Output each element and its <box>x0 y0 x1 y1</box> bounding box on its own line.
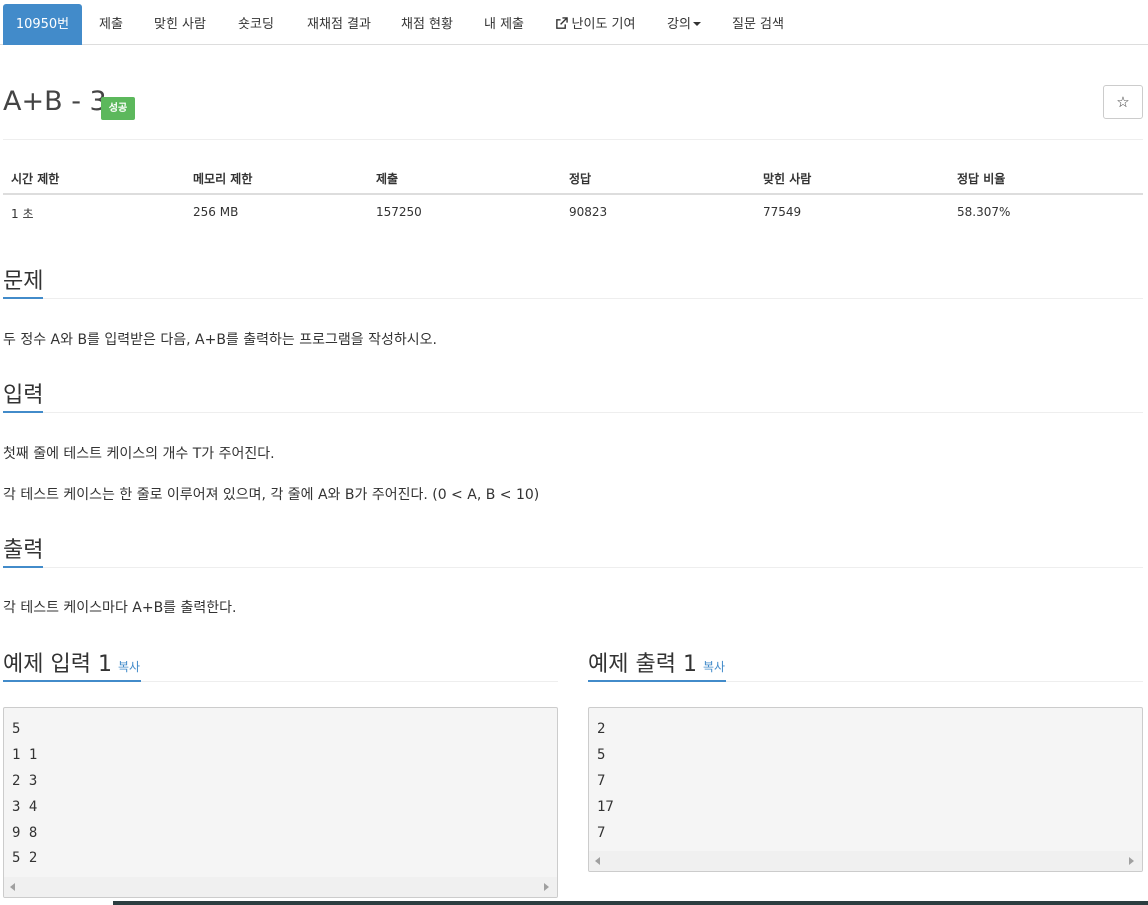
sample-input-line: 5 <box>12 721 21 737</box>
value-solved-users: 77549 <box>763 205 802 219</box>
tab-my-submissions[interactable]: 내 제출 <box>468 4 540 45</box>
copy-sample-output-button[interactable]: 복사 <box>703 660 725 674</box>
horizontal-scrollbar[interactable] <box>589 851 1142 871</box>
scroll-left-icon[interactable] <box>10 883 15 891</box>
section-title-output: 출력 <box>3 538 44 563</box>
problem-description: 두 정수 A와 B를 입력받은 다음, A+B를 출력하는 프로그램을 작성하시… <box>3 332 437 348</box>
tab-lectures-dropdown[interactable]: 강의 <box>650 4 718 45</box>
section-title-input: 입력 <box>3 383 44 408</box>
sample-output-title: 예제 출력 1 <box>588 652 697 677</box>
section-underline <box>588 680 726 682</box>
copy-sample-input-button[interactable]: 복사 <box>118 660 140 674</box>
sample-output-line: 5 <box>597 747 606 763</box>
section-underline <box>3 297 43 299</box>
tab-submit[interactable]: 제출 <box>82 4 140 45</box>
sample-input-line: 3 4 <box>12 799 38 815</box>
sample-input-heading: 예제 입력 1 복사 <box>3 646 140 678</box>
horizontal-scrollbar[interactable] <box>4 877 557 897</box>
value-accept-ratio: 58.307% <box>957 205 1011 219</box>
tab-question-search[interactable]: 질문 검색 <box>718 4 798 45</box>
sample-output-heading: 예제 출력 1 복사 <box>588 646 725 678</box>
value-memory-limit: 256 MB <box>193 205 239 219</box>
problem-info-values: 1 초 256 MB 157250 90823 77549 58.307% <box>3 160 1143 221</box>
sample-output-line: 2 <box>597 721 606 737</box>
tab-difficulty-label: 난이도 기여 <box>571 17 636 32</box>
section-underline <box>3 680 141 682</box>
tab-rejudge-results[interactable]: 재채점 결과 <box>292 4 386 45</box>
value-submissions: 157250 <box>376 205 422 219</box>
divider <box>43 298 1143 299</box>
sample-output-line: 7 <box>597 773 606 789</box>
tab-problem[interactable]: 10950번 <box>3 4 82 45</box>
output-description: 각 테스트 케이스마다 A+B를 출력한다. <box>3 600 237 616</box>
divider <box>3 139 1143 140</box>
sample-input-box[interactable]: 5 1 1 2 3 3 4 9 8 5 2 <box>3 707 558 898</box>
sample-output-box[interactable]: 2 5 7 17 7 <box>588 707 1143 872</box>
divider <box>43 412 1143 413</box>
divider <box>141 681 558 682</box>
value-accepted: 90823 <box>569 205 608 219</box>
section-underline <box>3 566 43 568</box>
window-bottom-edge <box>113 901 1148 905</box>
page-title: A+B - 3 <box>3 86 107 117</box>
value-time-limit: 1 초 <box>11 207 34 221</box>
tab-short-coding[interactable]: 숏코딩 <box>220 4 292 45</box>
star-icon: ☆ <box>1116 93 1130 111</box>
sample-output-line: 17 <box>597 799 614 815</box>
divider <box>726 681 1143 682</box>
sample-input-line: 2 3 <box>12 773 38 789</box>
input-description-2: 각 테스트 케이스는 한 줄로 이루어져 있으며, 각 줄에 A와 B가 주어진… <box>3 487 540 503</box>
caret-down-icon <box>692 22 701 26</box>
sample-input-line: 5 2 <box>12 850 38 866</box>
star-button[interactable]: ☆ <box>1103 85 1143 119</box>
input-description-1: 첫째 줄에 테스트 케이스의 개수 T가 주어진다. <box>3 446 275 462</box>
tab-lectures-label: 강의 <box>667 17 691 32</box>
scroll-right-icon[interactable] <box>544 883 549 891</box>
scroll-right-icon[interactable] <box>1129 857 1134 865</box>
tab-judge-status[interactable]: 채점 현황 <box>386 4 468 45</box>
tab-solved-users[interactable]: 맞힌 사람 <box>140 4 220 45</box>
problem-nav-tabs: 10950번 제출 맞힌 사람 숏코딩 재채점 결과 채점 현황 내 제출 난이… <box>0 4 1148 45</box>
sample-output-line: 7 <box>597 825 606 841</box>
tab-difficulty-contribution[interactable]: 난이도 기여 <box>540 4 650 45</box>
section-title-problem: 문제 <box>3 269 44 294</box>
status-badge: 성공 <box>101 97 135 120</box>
divider <box>43 567 1143 568</box>
sample-input-line: 1 1 <box>12 747 38 763</box>
external-link-icon <box>555 17 568 29</box>
sample-input-line: 9 8 <box>12 825 38 841</box>
sample-input-title: 예제 입력 1 <box>3 652 112 677</box>
table-row: 1 초 256 MB 157250 90823 77549 58.307% <box>3 160 1143 221</box>
scroll-left-icon[interactable] <box>595 857 600 865</box>
section-underline <box>3 411 43 413</box>
